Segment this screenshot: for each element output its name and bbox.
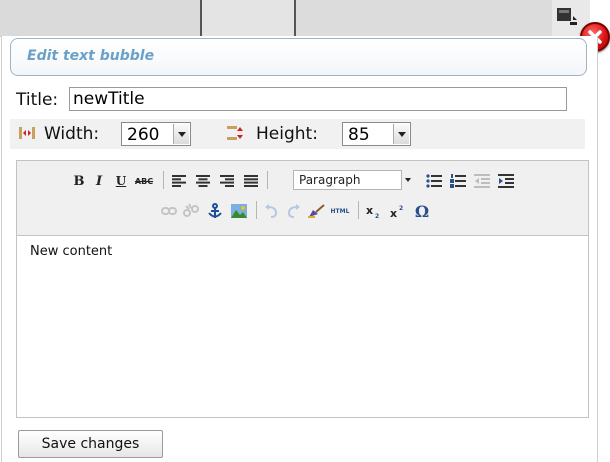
width-resize-icon [19,127,35,139]
align-center-icon [196,175,210,187]
subscript-icon: x2 [366,204,379,218]
editor-content-area[interactable]: New content [17,236,588,417]
width-select[interactable]: 260 [121,122,191,146]
cleanup-icon [308,204,325,218]
underline-icon: U [115,174,127,188]
svg-text:x: x [366,204,373,217]
link-icon [161,207,177,215]
omega-icon: Ω [414,201,430,221]
link-button[interactable] [160,201,178,221]
width-label: Width: [44,124,100,144]
underline-button[interactable]: U [113,171,129,191]
image-icon [231,204,247,218]
chevron-down-icon [173,124,189,144]
outdent-button[interactable] [473,171,491,191]
toolbar-separator [256,201,257,219]
italic-button[interactable]: I [91,171,107,191]
size-row: Width: 260 Height: 85 [10,119,585,149]
outdent-icon [474,174,490,188]
strikethrough-button[interactable]: ABC [134,171,154,191]
dialog-title: Edit text bubble [27,48,155,64]
height-label: Height: [256,124,318,144]
bullet-list-icon [426,174,442,188]
align-justify-button[interactable] [242,171,260,191]
anchor-icon [208,203,222,218]
align-right-icon [220,175,234,187]
indent-button[interactable] [497,171,515,191]
editor-toolbar: B I U ABC Paragraph HTML x 2 x 2 Ω [17,161,588,236]
align-right-button[interactable] [218,171,236,191]
title-label: Title: [16,90,59,110]
italic-icon: I [95,173,103,189]
unlink-button[interactable] [182,201,200,221]
height-select[interactable]: 85 [342,122,411,146]
numbered-list-icon [450,174,466,188]
toolbar-separator [267,171,268,189]
background-column [202,0,294,36]
editor-content-text: New content [30,244,113,259]
title-input[interactable] [69,87,567,111]
background-page-strip [0,0,590,37]
format-select[interactable]: Paragraph [293,170,416,190]
html-source-button[interactable]: HTML [328,201,352,221]
rich-text-editor: B I U ABC Paragraph HTML x 2 x 2 Ω New c… [16,160,589,418]
image-button[interactable] [230,201,248,221]
height-resize-icon [227,126,243,140]
align-center-button[interactable] [194,171,212,191]
bullet-list-button[interactable] [425,171,443,191]
format-value: Paragraph [299,173,361,187]
superscript-icon: x2 [390,205,403,218]
svg-text:2: 2 [399,205,403,212]
align-left-icon [172,175,186,187]
toolbar-separator [163,171,164,189]
redo-icon [287,204,300,218]
align-justify-icon [244,175,258,187]
special-character-button[interactable]: Ω [413,201,431,221]
indent-icon [498,174,514,188]
bold-button[interactable]: B [71,171,87,191]
numbered-list-button[interactable] [449,171,467,191]
toolbar-separator [358,201,359,219]
align-left-button[interactable] [170,171,188,191]
anchor-button[interactable] [206,201,224,221]
height-value: 85 [348,125,370,145]
edit-text-bubble-dialog: Edit text bubble Title: Width: 260 Heigh… [1,36,598,462]
chevron-down-icon [393,124,409,144]
dialog-header: Edit text bubble [10,38,587,76]
subscript-button[interactable]: x2 [365,201,383,221]
bold-icon: B [73,173,85,189]
window-resize-icon [557,8,577,25]
save-changes-button[interactable]: Save changes [18,430,163,458]
html-icon: HTML [330,207,350,215]
strikethrough-icon: ABC [134,176,154,186]
redo-button[interactable] [285,201,303,221]
chevron-down-icon [401,170,416,190]
width-value: 260 [127,125,160,145]
svg-text:2: 2 [375,213,379,218]
cleanup-button[interactable] [306,201,326,221]
superscript-button[interactable]: x2 [389,201,407,221]
background-column [296,0,552,36]
background-column [0,0,200,36]
svg-text:x: x [390,207,397,218]
undo-icon [265,204,278,218]
undo-button[interactable] [262,201,280,221]
unlink-icon [183,203,199,217]
